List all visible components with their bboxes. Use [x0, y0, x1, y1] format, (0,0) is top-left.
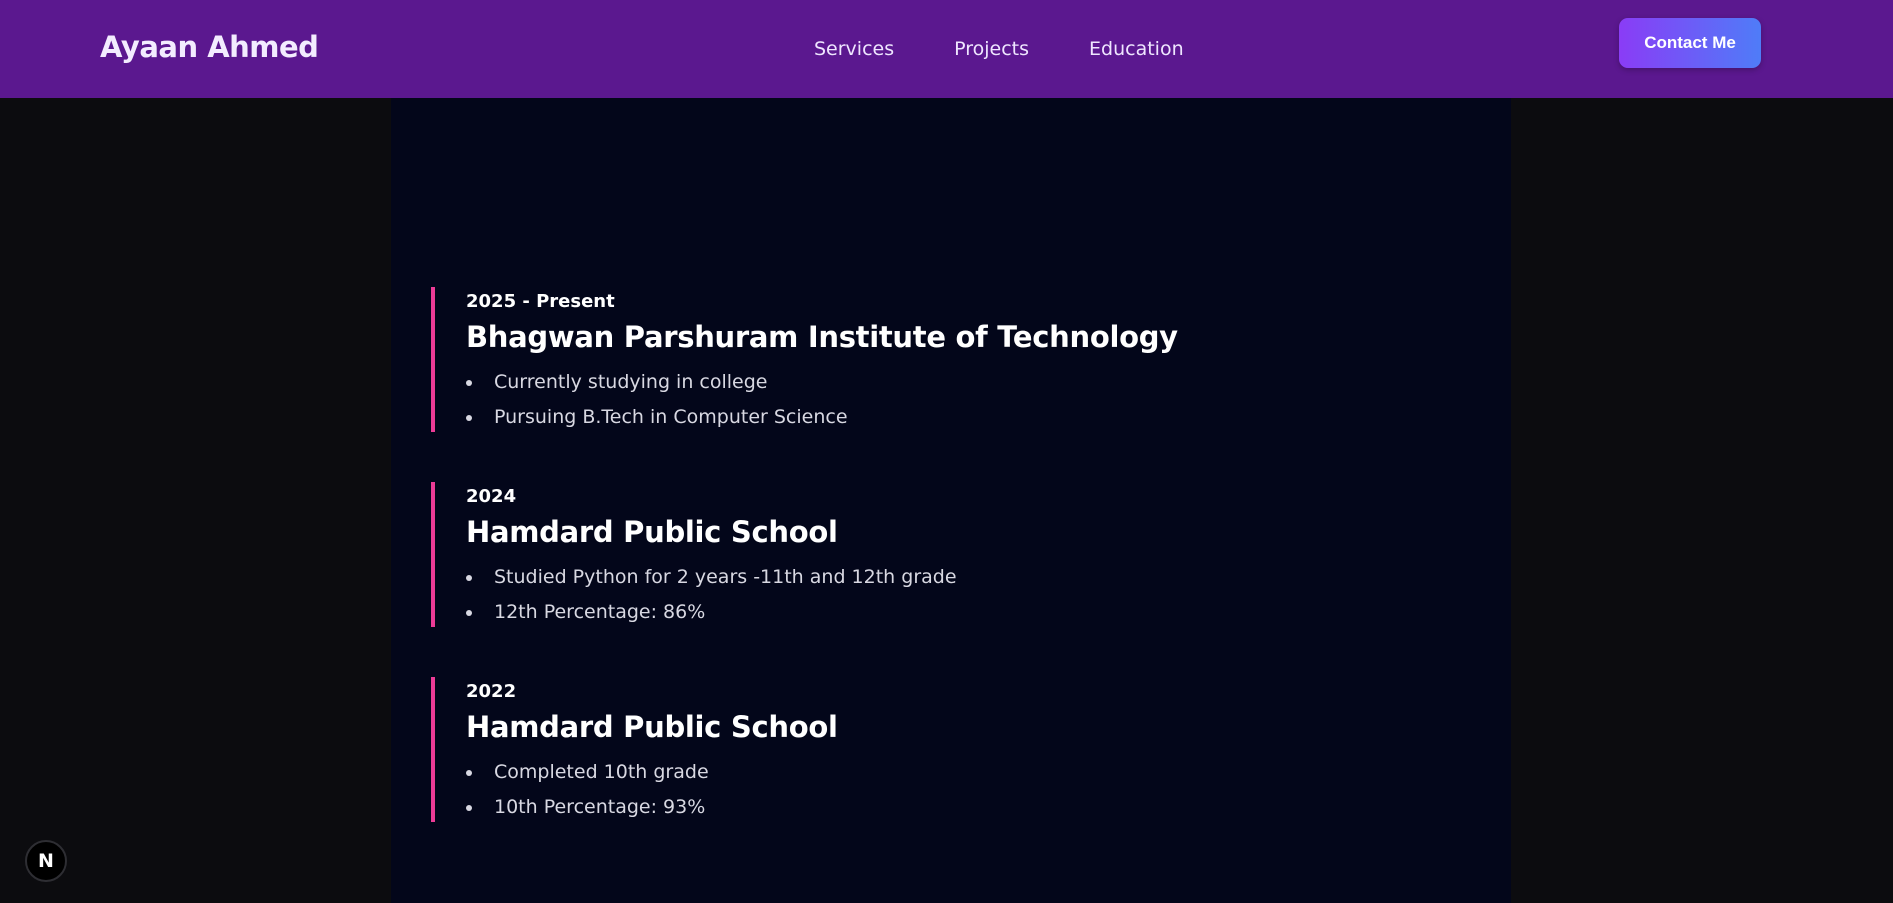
education-detail-text: Studied Python for 2 years -11th and 12t…: [494, 566, 957, 588]
education-detail-item: Currently studying in college: [466, 365, 1331, 400]
education-school-name: Hamdard Public School: [466, 515, 838, 549]
nextjs-badge-letter: N: [38, 850, 54, 872]
education-entry: 2024 Hamdard Public School Studied Pytho…: [431, 482, 1331, 627]
education-section: 2025 - Present Bhagwan Parshuram Institu…: [391, 98, 1511, 903]
nav-link-services[interactable]: Services: [814, 38, 894, 60]
education-detail-item: 12th Percentage: 86%: [466, 595, 1331, 630]
brand-logo[interactable]: Ayaan Ahmed: [100, 30, 319, 64]
education-detail-text: 12th Percentage: 86%: [494, 601, 706, 623]
education-details-list: Currently studying in college Pursuing B…: [466, 365, 1331, 435]
education-details-list: Completed 10th grade 10th Percentage: 93…: [466, 755, 1331, 825]
nav-menu: Services Projects Education: [814, 38, 1184, 60]
bullet-icon: [466, 575, 472, 581]
education-years: 2025 - Present: [466, 291, 615, 312]
education-detail-text: Completed 10th grade: [494, 761, 709, 783]
education-school-name: Hamdard Public School: [466, 710, 838, 744]
bullet-icon: [466, 415, 472, 421]
bullet-icon: [466, 610, 472, 616]
nextjs-icon[interactable]: N: [25, 840, 67, 882]
education-detail-item: Studied Python for 2 years -11th and 12t…: [466, 560, 1331, 595]
nav-link-projects[interactable]: Projects: [954, 38, 1029, 60]
nav-link-education[interactable]: Education: [1089, 38, 1184, 60]
bullet-icon: [466, 380, 472, 386]
contact-me-button[interactable]: Contact Me: [1619, 18, 1761, 68]
education-detail-text: Pursuing B.Tech in Computer Science: [494, 406, 848, 428]
education-details-list: Studied Python for 2 years -11th and 12t…: [466, 560, 1331, 630]
education-detail-item: Pursuing B.Tech in Computer Science: [466, 400, 1331, 435]
education-years: 2022: [466, 681, 517, 702]
bullet-icon: [466, 805, 472, 811]
education-detail-item: 10th Percentage: 93%: [466, 790, 1331, 825]
education-detail-text: Currently studying in college: [494, 371, 768, 393]
bullet-icon: [466, 770, 472, 776]
education-detail-text: 10th Percentage: 93%: [494, 796, 706, 818]
education-detail-item: Completed 10th grade: [466, 755, 1331, 790]
navbar: Ayaan Ahmed Services Projects Education …: [0, 0, 1893, 98]
education-entry: 2022 Hamdard Public School Completed 10t…: [431, 677, 1331, 822]
education-years: 2024: [466, 486, 517, 507]
education-school-name: Bhagwan Parshuram Institute of Technolog…: [466, 320, 1178, 354]
education-entry: 2025 - Present Bhagwan Parshuram Institu…: [431, 287, 1331, 432]
